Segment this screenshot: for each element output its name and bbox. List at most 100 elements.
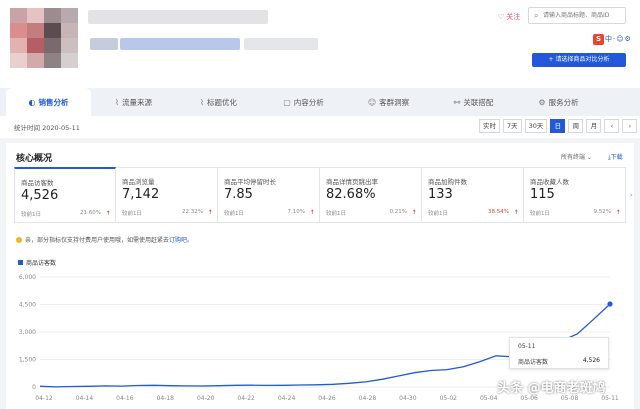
product-header: ♡关注 ⌕ S中·☺⚙ + 请选择商品对比分析: [0, 0, 640, 88]
x-tick-label: 04-30: [399, 395, 417, 402]
metric-card-favorites[interactable]: 商品收藏人数 115 较前1日 9.52% 🠅: [524, 167, 626, 223]
tab-related-match[interactable]: ⚯ 关联搭配: [431, 88, 516, 116]
legend-swatch: [18, 260, 23, 265]
up-arrow-icon: 🠅: [106, 209, 110, 217]
period-30day[interactable]: 30天: [524, 119, 548, 133]
download-link[interactable]: ⤓下载: [608, 152, 623, 162]
paid-notice: 亲，部分指标仅支持付费用户使用哦，如需使用赶紧去订购吧。: [16, 235, 193, 244]
period-day[interactable]: 日: [550, 119, 566, 133]
metric-change-pct: 21.60%: [80, 210, 101, 216]
product-id-blurred: [90, 38, 118, 50]
up-arrow-icon: 🠅: [412, 208, 416, 216]
ime-emoji-icon[interactable]: ☺: [616, 35, 623, 43]
x-tick-label: 05-11: [601, 395, 619, 402]
metric-label: 商品收藏人数: [530, 178, 569, 186]
y-tick-label: 0: [32, 384, 36, 391]
link-icon: ⚯: [453, 97, 461, 107]
metric-change-pct: 9.52%: [593, 209, 611, 215]
metric-cards: 商品访客数 4,526 较前1日 21.60% 🠅 商品浏览量 7,142 较前…: [14, 167, 628, 223]
core-overview-panel: 核心概况 所有终端 ⌄ ⤓下载 商品访客数 4,526 较前1日 21.60% …: [6, 143, 634, 409]
product-search-input[interactable]: [543, 10, 623, 21]
metric-value: 4,526: [21, 188, 59, 203]
sogou-ime-icon[interactable]: S: [593, 34, 604, 45]
tooltip-label: 商品访客数: [518, 359, 549, 366]
period-realtime[interactable]: 实时: [479, 119, 500, 133]
metric-compare-label: 较前1日: [21, 212, 41, 218]
metric-label: 商品平均停留时长: [224, 178, 276, 186]
up-arrow-icon: 🠅: [208, 208, 212, 216]
metric-label: 商品访客数: [21, 179, 54, 187]
up-arrow-icon: 🠅: [310, 208, 314, 216]
metric-change-pct: 0.21%: [389, 209, 407, 215]
tooltip-value: 4,526: [582, 357, 600, 364]
metric-value: 7,142: [122, 187, 160, 202]
product-title-blurred: [88, 10, 268, 24]
x-tick-label: 04-12: [35, 395, 53, 402]
tab-content-analysis[interactable]: ▢ 内容分析: [261, 88, 346, 116]
x-tick-label: 04-26: [318, 395, 336, 402]
ime-punct-icon[interactable]: ·: [613, 35, 615, 43]
tab-title-optimize[interactable]: ⌇ 标题优化: [176, 88, 261, 116]
subscribe-link[interactable]: 订购吧。: [169, 237, 193, 244]
metric-change-pct: 7.10%: [287, 209, 305, 215]
product-meta-blurred: [120, 38, 240, 50]
x-tick-label: 04-16: [116, 395, 134, 402]
heart-icon: ♡: [498, 13, 505, 21]
product-search-box[interactable]: ⌕: [528, 7, 626, 24]
metric-label: 商品浏览量: [122, 178, 155, 186]
terminal-select[interactable]: 所有终端 ⌄: [561, 152, 592, 161]
chevron-right-icon[interactable]: ›: [630, 191, 633, 199]
metric-card-bounce-rate[interactable]: 商品详情页跳出率 82.68% 较前1日 0.21% 🠅: [320, 167, 422, 223]
x-tick-label: 05-06: [520, 395, 538, 402]
ime-toolbar[interactable]: S 中·☺⚙: [592, 34, 636, 46]
y-tick-label: 6,000: [19, 274, 36, 281]
metric-card-visitors[interactable]: 商品访客数 4,526 较前1日 21.60% 🠅: [14, 167, 116, 223]
chart-legend[interactable]: 商品访客数: [18, 258, 56, 267]
x-tick-label: 05-08: [561, 395, 579, 402]
compare-product-button[interactable]: + 请选择商品对比分析: [532, 53, 626, 67]
x-tick-label: 04-28: [359, 395, 377, 402]
y-tick-label: 1,500: [19, 357, 36, 364]
metric-card-stay-time[interactable]: 商品平均停留时长 7.85 较前1日 7.10% 🠅: [218, 167, 320, 223]
x-tick-label: 05-02: [440, 395, 458, 402]
x-tick-label: 05-04: [480, 395, 498, 402]
x-tick-label: 04-24: [278, 395, 296, 402]
metric-compare-label: 较前1日: [224, 211, 244, 217]
watermark: 头条 @电商老斑鸠: [497, 381, 606, 396]
ime-settings-icon[interactable]: ⚙: [625, 35, 631, 43]
prev-date-button[interactable]: ‹: [604, 119, 620, 133]
period-selector: 实时 7天 30天 日 周 月 ‹ ›: [476, 119, 638, 133]
stat-time-bar: 统计时间 2020-05-11 实时 7天 30天 日 周 月 ‹ ›: [0, 116, 640, 138]
metric-value: 115: [530, 187, 555, 202]
metric-change-pct: 38.54%: [488, 209, 509, 215]
metric-compare-label: 较前1日: [530, 211, 550, 217]
tab-traffic-source[interactable]: ⌇ 流量来源: [91, 88, 176, 116]
x-tick-label: 04-18: [157, 395, 175, 402]
tab-audience-insight[interactable]: ☺ 客群洞察: [346, 88, 431, 116]
metric-value: 7.85: [224, 187, 253, 202]
metric-compare-label: 较前1日: [122, 211, 142, 217]
legend-label: 商品访客数: [26, 260, 57, 267]
x-tick-label: 04-20: [197, 395, 215, 402]
up-arrow-icon: 🠅: [514, 208, 518, 216]
period-week[interactable]: 周: [568, 119, 584, 133]
metric-card-pageviews[interactable]: 商品浏览量 7,142 较前1日 22.32% 🠅: [116, 167, 218, 223]
product-meta-blurred-2: [244, 38, 318, 50]
follow-button[interactable]: ♡ 关注: [498, 12, 520, 22]
next-date-button[interactable]: ›: [622, 119, 638, 133]
metric-value: 133: [428, 187, 453, 202]
metric-card-add-cart[interactable]: 商品加购件数 133 较前1日 38.54% 🠅: [422, 167, 524, 223]
warning-icon: [16, 237, 22, 243]
tab-service-analysis[interactable]: ⚙ 服务分析: [516, 88, 601, 116]
chart-tooltip: 05-11 商品访客数 4,526: [509, 337, 609, 369]
period-7day[interactable]: 7天: [503, 119, 522, 133]
metric-change-pct: 22.32%: [182, 209, 203, 215]
metric-label: 商品详情页跳出率: [326, 178, 378, 186]
metric-label: 商品加购件数: [428, 178, 467, 186]
period-month[interactable]: 月: [586, 119, 602, 133]
y-tick-label: 4,500: [19, 302, 36, 309]
content-icon: ▢: [283, 97, 291, 107]
tab-sales-analysis[interactable]: ◐ 销售分析: [6, 88, 91, 116]
metric-compare-label: 较前1日: [428, 211, 448, 217]
ime-mode-label[interactable]: 中: [605, 35, 612, 43]
